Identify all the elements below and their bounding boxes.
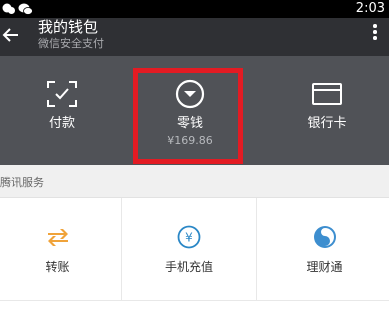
section-title: 腾讯服务 [0,176,44,189]
status-time: 2:03 [355,1,385,16]
bank-card-icon [309,78,345,110]
bank-card-button[interactable]: 银行卡 [265,56,389,165]
transfer-label: 转账 [45,260,70,274]
change-amount: ¥169.86 [167,134,213,147]
wealth-icon [310,224,340,250]
header: 我的钱包 微信安全支付 [0,18,389,56]
wechat-notification-icon [18,2,33,16]
notification-icon [2,2,16,16]
svg-text:¥: ¥ [185,231,193,245]
transfer-button[interactable]: 转账 [0,198,122,301]
more-menu-icon[interactable] [371,24,379,48]
change-button[interactable]: 零钱 ¥169.86 [128,56,252,165]
phone-recharge-label: 手机充值 [164,260,213,274]
change-label: 零钱 [176,116,203,131]
bank-card-label: 银行卡 [307,116,347,131]
services-grid: 转账 ¥ 手机充值 理财通 [0,197,389,319]
coin-icon [172,78,208,110]
page-subtitle: 微信安全支付 [38,37,104,50]
pay-button[interactable]: 付款 [0,56,124,165]
phone-recharge-button[interactable]: ¥ 手机充值 [122,198,257,301]
back-arrow-icon[interactable] [0,24,22,46]
status-bar: 2:03 [0,0,389,18]
wealth-button[interactable]: 理财通 [257,198,389,301]
page-title: 我的钱包 [38,18,99,36]
wealth-label: 理财通 [306,260,343,274]
scan-pay-icon [44,78,80,110]
pay-label: 付款 [48,116,75,131]
phone-recharge-icon: ¥ [174,224,204,250]
transfer-icon [43,224,73,250]
wallet-actions: 付款 零钱 ¥169.86 银行卡 [0,56,389,165]
